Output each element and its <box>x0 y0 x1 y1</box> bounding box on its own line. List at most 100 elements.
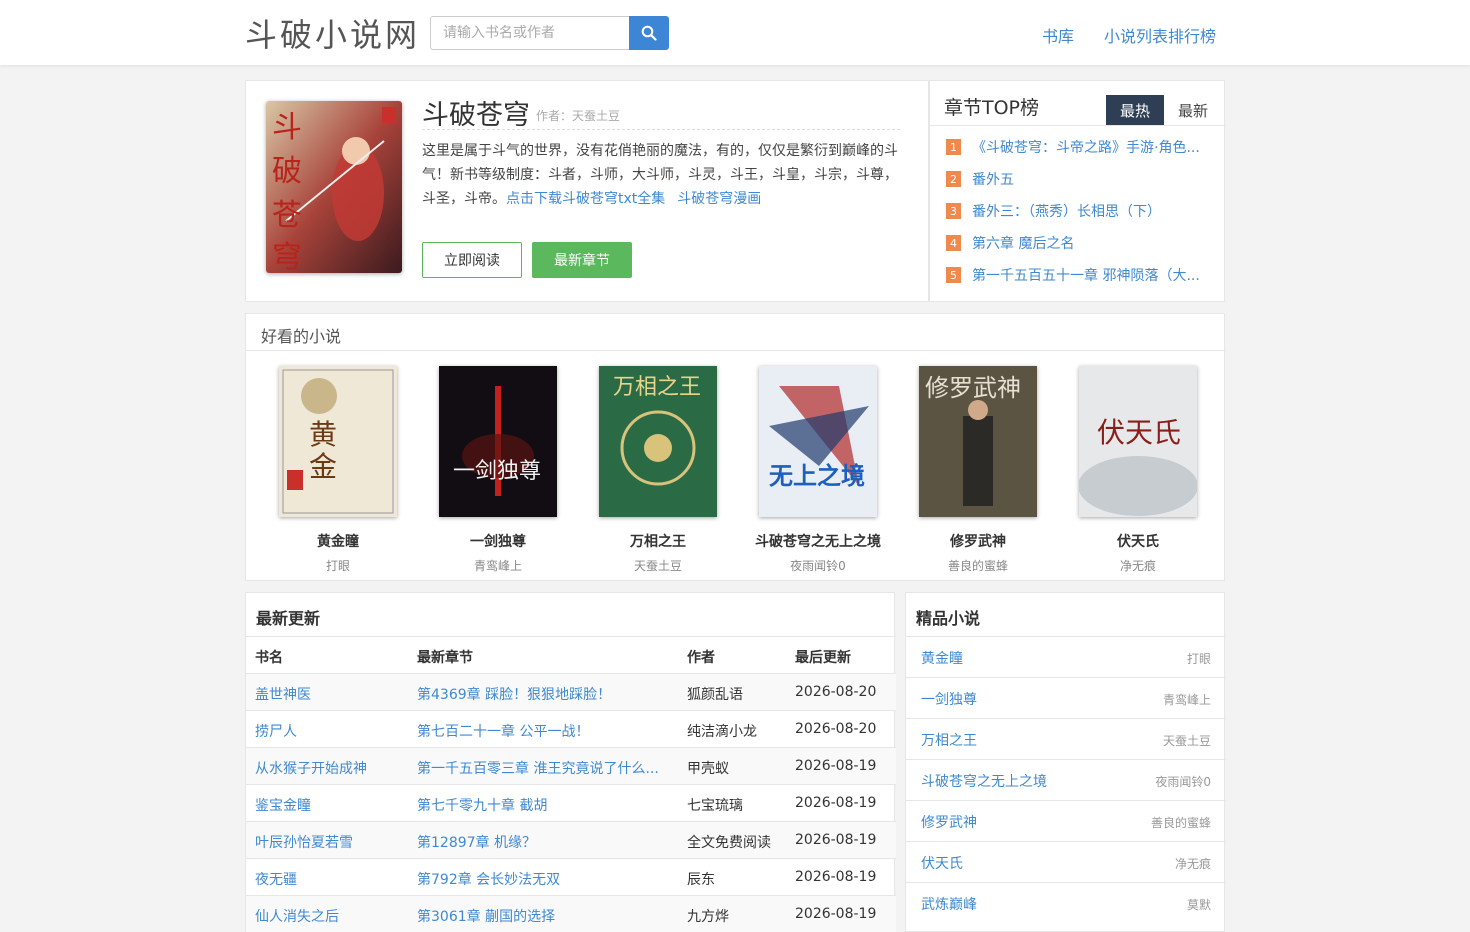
rank-badge: 4 <box>946 235 961 251</box>
recommended-book-name[interactable]: 伏天氏 <box>1058 531 1218 551</box>
table-row: 夜无疆 第792章 会长妙法无双 辰东 2026-08-19 <box>246 858 896 895</box>
date-cell: 2026-08-19 <box>795 758 877 774</box>
top-chapter-link[interactable]: 番外五 <box>972 169 1014 189</box>
book-description: 这里是属于斗气的世界，没有花俏艳丽的魔法，有的，仅仅是繁衍到巅峰的斗气！新书等级… <box>422 139 902 211</box>
book-cover-image[interactable]: 万相之王 <box>599 366 717 517</box>
premium-book-author: 打眼 <box>1186 652 1211 666</box>
premium-book-link[interactable]: 武炼巅峰 <box>921 894 977 914</box>
chapter-link[interactable]: 第12897章 机缘？ <box>417 832 667 852</box>
book-link[interactable]: 夜无疆 <box>255 869 405 889</box>
chapter-link[interactable]: 第3061章 蒯国的选择 <box>417 906 667 926</box>
premium-book-author: 青鸾峰上 <box>1162 693 1211 707</box>
chapter-link[interactable]: 第792章 会长妙法无双 <box>417 869 667 889</box>
recommended-book[interactable]: 万相之王 万相之王 天蚕土豆 <box>578 366 738 574</box>
book-cover-image[interactable]: 修罗武神 <box>919 366 1037 517</box>
recommended-book-name[interactable]: 修罗武神 <box>898 531 1058 551</box>
search-icon <box>641 25 657 41</box>
column-header-book: 书名 <box>255 650 283 666</box>
date-cell: 2026-08-19 <box>795 869 877 885</box>
recommended-book[interactable]: 修罗武神 修罗武神 善良的蜜蜂 <box>898 366 1058 574</box>
recommended-book-author: 青鸾峰上 <box>473 559 522 573</box>
chapter-link[interactable]: 第七百二十一章 公平一战！ <box>417 721 667 741</box>
chapter-link[interactable]: 第七千零九十章 截胡 <box>417 795 667 815</box>
book-title: 斗破苍穹 <box>422 100 530 131</box>
tab-newest[interactable]: 最新 <box>1164 95 1222 125</box>
recommended-panel: 好看的小说 黄金 黄金瞳 打眼 一剑独尊 一剑独尊 青鸾峰上 万相之王 万相之王… <box>245 313 1226 581</box>
recommended-book[interactable]: 一剑独尊 一剑独尊 青鸾峰上 <box>418 366 578 574</box>
book-cover-image[interactable]: 伏天氏 <box>1079 366 1197 517</box>
date-cell: 2026-08-20 <box>795 721 877 737</box>
book-link[interactable]: 捞尸人 <box>255 721 405 741</box>
book-cover-image[interactable]: 黄金 <box>279 366 397 517</box>
book-link[interactable]: 仙人消失之后 <box>255 906 405 926</box>
chapter-top-list: 章节TOP榜 最热 最新 1 《斗破苍穹：斗帝之路》手游·角色... 2 番外五 3… <box>929 80 1226 302</box>
nav-ranking[interactable]: 小说列表排行榜 <box>1104 23 1216 47</box>
comic-link[interactable]: 斗破苍穹漫画 <box>677 191 761 207</box>
svg-text:无上之境: 无上之境 <box>769 462 865 490</box>
list-item: 一剑独尊 青鸾峰上 <box>906 677 1226 718</box>
list-item: 武炼巅峰 莫默 <box>906 882 1226 923</box>
premium-book-link[interactable]: 万相之王 <box>921 730 977 750</box>
recommended-book-name[interactable]: 万相之王 <box>578 531 738 551</box>
search-button[interactable] <box>629 16 669 50</box>
premium-book-link[interactable]: 斗破苍穹之无上之境 <box>921 771 1047 791</box>
nav-library[interactable]: 书库 <box>1042 23 1074 47</box>
latest-chapter-button[interactable]: 最新章节 <box>532 242 632 278</box>
top-chapter-link[interactable]: 第六章 魔后之名 <box>972 233 1074 253</box>
download-txt-link[interactable]: 点击下载斗破苍穹txt全集 <box>506 191 665 207</box>
author-cell: 纯洁滴小龙 <box>687 724 757 740</box>
recommended-book-name[interactable]: 斗破苍穹之无上之境 <box>738 531 898 551</box>
column-header-chapter: 最新章节 <box>417 650 473 666</box>
book-link[interactable]: 叶辰孙怡夏若雪 <box>255 832 405 852</box>
recommended-book[interactable]: 伏天氏 伏天氏 净无痕 <box>1058 366 1218 574</box>
tab-hottest[interactable]: 最热 <box>1106 95 1164 125</box>
premium-book-link[interactable]: 一剑独尊 <box>921 689 977 709</box>
table-row: 鉴宝金瞳 第七千零九十章 截胡 七宝琉璃 2026-08-19 <box>246 784 896 821</box>
rank-badge: 2 <box>946 171 961 187</box>
recommended-book-name[interactable]: 黄金瞳 <box>258 531 418 551</box>
book-link[interactable]: 从水猴子开始成神 <box>255 758 405 778</box>
svg-text:黄: 黄 <box>309 418 337 451</box>
latest-updates-panel: 最新更新 书名 最新章节 作者 最后更新 盖世神医 第4369章 踩脸！狠狠地踩… <box>245 592 896 932</box>
top-chapter-link[interactable]: 第一千五百五十一章 邪神陨落（大... <box>972 265 1200 285</box>
list-item: 修罗武神 善良的蜜蜂 <box>906 800 1226 841</box>
premium-book-author: 善良的蜜蜂 <box>1150 816 1211 830</box>
table-row: 捞尸人 第七百二十一章 公平一战！ 纯洁滴小龙 2026-08-20 <box>246 710 896 747</box>
premium-book-link[interactable]: 修罗武神 <box>921 812 977 832</box>
top-chapter-link[interactable]: 《斗破苍穹：斗帝之路》手游·角色... <box>972 137 1200 157</box>
premium-book-link[interactable]: 伏天氏 <box>921 853 963 873</box>
book-cover-image[interactable]: 一剑独尊 <box>439 366 557 517</box>
book-link[interactable]: 盖世神医 <box>255 684 405 704</box>
svg-text:伏天氏: 伏天氏 <box>1097 416 1181 449</box>
recommended-book-name[interactable]: 一剑独尊 <box>418 531 578 551</box>
author-cell: 辰东 <box>687 872 715 888</box>
author-cell: 全文免费阅读 <box>687 835 771 851</box>
premium-book-link[interactable]: 黄金瞳 <box>921 648 963 668</box>
chapter-link[interactable]: 第一千五百零三章 淮王究竟说了什么... <box>417 758 667 778</box>
premium-book-author: 夜雨闻铃0 <box>1155 775 1211 789</box>
recommended-book-author: 天蚕土豆 <box>633 559 682 573</box>
recommended-book[interactable]: 无上之境 斗破苍穹之无上之境 夜雨闻铃0 <box>738 366 898 574</box>
read-now-button[interactable]: 立即阅读 <box>422 242 522 278</box>
site-logo[interactable]: 斗破小说网 <box>245 10 420 56</box>
book-link[interactable]: 鉴宝金瞳 <box>255 795 405 815</box>
title-divider <box>422 129 900 130</box>
rank-badge: 3 <box>946 203 961 219</box>
search-input[interactable] <box>430 16 630 50</box>
svg-text:苍: 苍 <box>272 198 302 233</box>
book-cover-image[interactable]: 斗 破 苍 穹 <box>266 101 402 273</box>
table-row: 叶辰孙怡夏若雪 第12897章 机缘？ 全文免费阅读 2026-08-19 <box>246 821 896 858</box>
chapter-link[interactable]: 第4369章 踩脸！狠狠地踩脸！ <box>417 684 667 704</box>
table-row: 盖世神医 第4369章 踩脸！狠狠地踩脸！ 狐颜乱语 2026-08-20 <box>246 673 896 710</box>
premium-book-author: 天蚕土豆 <box>1162 734 1211 748</box>
top-list-divider <box>930 125 1226 126</box>
top-chapter-link[interactable]: 番外三：（燕秀）长相思（下） <box>972 201 1161 221</box>
top-list-title: 章节TOP榜 <box>944 97 1040 119</box>
author-cell: 七宝琉璃 <box>687 798 743 814</box>
date-cell: 2026-08-20 <box>795 684 877 700</box>
list-item: 2 番外五 <box>946 169 1211 189</box>
premium-book-author: 莫默 <box>1186 898 1211 912</box>
book-cover-image[interactable]: 无上之境 <box>759 366 877 517</box>
recommended-book[interactable]: 黄金 黄金瞳 打眼 <box>258 366 418 574</box>
author-cell: 甲壳蚁 <box>687 761 729 777</box>
